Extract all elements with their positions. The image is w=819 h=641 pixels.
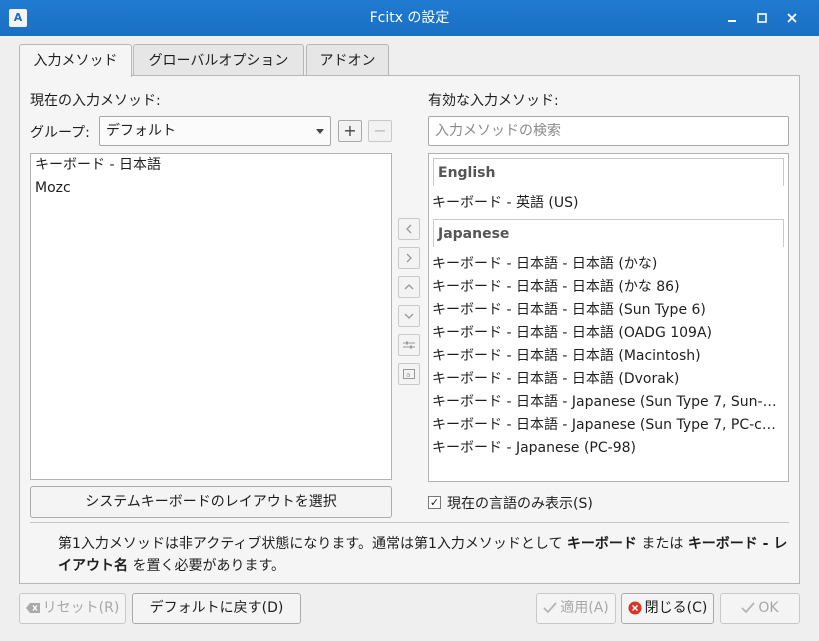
close-button[interactable]: 閉じる(C) bbox=[621, 593, 714, 624]
note-text-3: を置く必要があります。 bbox=[132, 558, 286, 574]
list-item[interactable]: Mozc bbox=[31, 177, 391, 200]
tab-global-options[interactable]: グローバルオプション bbox=[133, 44, 304, 76]
add-group-button[interactable]: + bbox=[338, 120, 362, 142]
tab-addons[interactable]: アドオン bbox=[306, 44, 389, 76]
svg-text:a: a bbox=[406, 371, 410, 379]
available-im-list[interactable]: English キーボード - 英語 (US) Japanese キーボード -… bbox=[428, 153, 789, 482]
group-label: グループ: bbox=[30, 125, 90, 141]
keyboard-layout-button[interactable]: a bbox=[398, 363, 420, 385]
list-item[interactable]: キーボード - 日本語 bbox=[31, 154, 391, 177]
remove-group-button[interactable]: − bbox=[368, 120, 392, 142]
close-button-label: 閉じる(C) bbox=[644, 600, 708, 616]
section-header-english: English bbox=[433, 158, 784, 186]
group-select[interactable]: デフォルト bbox=[99, 116, 331, 146]
reset-button[interactable]: リセット(R) bbox=[19, 593, 126, 624]
move-left-button[interactable] bbox=[398, 218, 420, 240]
group-select-value: デフォルト bbox=[106, 123, 176, 139]
search-input[interactable]: 入力メソッドの検索 bbox=[428, 116, 789, 146]
list-item[interactable]: キーボード - 日本語 - Japanese (Sun Type 7, PC-c… bbox=[429, 414, 785, 437]
note-text-2: または bbox=[641, 536, 684, 552]
close-circle-icon bbox=[628, 601, 642, 615]
current-im-list[interactable]: キーボード - 日本語 Mozc bbox=[30, 153, 392, 480]
chevron-up-icon bbox=[404, 284, 414, 290]
move-up-button[interactable] bbox=[398, 276, 420, 298]
configure-button[interactable] bbox=[398, 334, 420, 356]
current-im-heading: 現在の入力メソッド: bbox=[30, 93, 161, 109]
settings-icon bbox=[403, 341, 415, 349]
section-header-japanese: Japanese bbox=[433, 219, 784, 247]
apply-button-label: 適用(A) bbox=[560, 600, 609, 616]
check-icon bbox=[741, 602, 756, 614]
list-item[interactable]: キーボード - 日本語 - 日本語 (Sun Type 6) bbox=[429, 299, 785, 322]
tab-input-methods[interactable]: 入力メソッド bbox=[19, 44, 132, 77]
title-bar: A Fcitx の設定 bbox=[0, 0, 819, 36]
list-item[interactable]: キーボード - 日本語 - Japanese (Sun Type 7, Sun-… bbox=[429, 391, 785, 414]
keyboard-layout-icon: a bbox=[403, 369, 415, 379]
current-language-only-checkbox[interactable]: ✓ bbox=[428, 496, 441, 509]
maximize-icon[interactable] bbox=[752, 8, 772, 28]
dropdown-arrow-icon bbox=[316, 129, 324, 134]
list-item[interactable]: キーボード - 日本語 - 日本語 (Macintosh) bbox=[429, 345, 785, 368]
restore-default-button[interactable]: デフォルトに戻す(D) bbox=[132, 593, 301, 624]
list-item[interactable]: キーボード - Japanese (PC-98) bbox=[429, 437, 785, 460]
fcitx-config-window: A Fcitx の設定 入力メソッド グローバルオプション アドオン 現在の入力… bbox=[0, 0, 819, 641]
chevron-right-icon bbox=[406, 253, 412, 263]
note-bold-1: キーボード bbox=[566, 536, 637, 552]
window-title: Fcitx の設定 bbox=[369, 10, 450, 26]
ok-button[interactable]: OK bbox=[720, 593, 800, 624]
move-right-button[interactable] bbox=[398, 247, 420, 269]
ok-button-label: OK bbox=[758, 600, 779, 616]
divider bbox=[30, 522, 789, 523]
move-down-button[interactable] bbox=[398, 305, 420, 327]
check-icon bbox=[543, 602, 557, 614]
chevron-left-icon bbox=[406, 224, 412, 234]
chevron-down-icon bbox=[404, 313, 414, 319]
note-text-1: 第1入力メソッドは非アクティブ状態になります。通常は第1入力メソッドとして bbox=[58, 536, 563, 552]
reset-button-label: リセット(R) bbox=[42, 600, 120, 616]
list-item[interactable]: キーボード - 日本語 - 日本語 (OADG 109A) bbox=[429, 322, 785, 345]
list-item[interactable]: キーボード - 日本語 - 日本語 (Dvorak) bbox=[429, 368, 785, 391]
list-item[interactable]: キーボード - 日本語 - 日本語 (かな 86) bbox=[429, 276, 785, 299]
minimize-icon[interactable] bbox=[722, 8, 742, 28]
apply-button[interactable]: 適用(A) bbox=[536, 593, 616, 624]
current-language-only-label[interactable]: 現在の言語のみ表示(S) bbox=[447, 493, 593, 513]
backspace-icon bbox=[25, 603, 40, 613]
close-icon[interactable] bbox=[782, 8, 802, 28]
input-method-panel: 現在の入力メソッド: 有効な入力メソッド: グループ: デフォルト + − キー… bbox=[19, 75, 800, 584]
list-item[interactable]: キーボード - 英語 (US) bbox=[429, 192, 785, 215]
list-item[interactable]: キーボード - 日本語 - 日本語 (かな) bbox=[429, 253, 785, 276]
info-note: 第1入力メソッドは非アクティブ状態になります。通常は第1入力メソッドとして キー… bbox=[58, 533, 788, 577]
available-im-heading: 有効な入力メソッド: bbox=[428, 93, 559, 109]
select-system-layout-button[interactable]: システムキーボードのレイアウトを選択 bbox=[30, 486, 392, 518]
